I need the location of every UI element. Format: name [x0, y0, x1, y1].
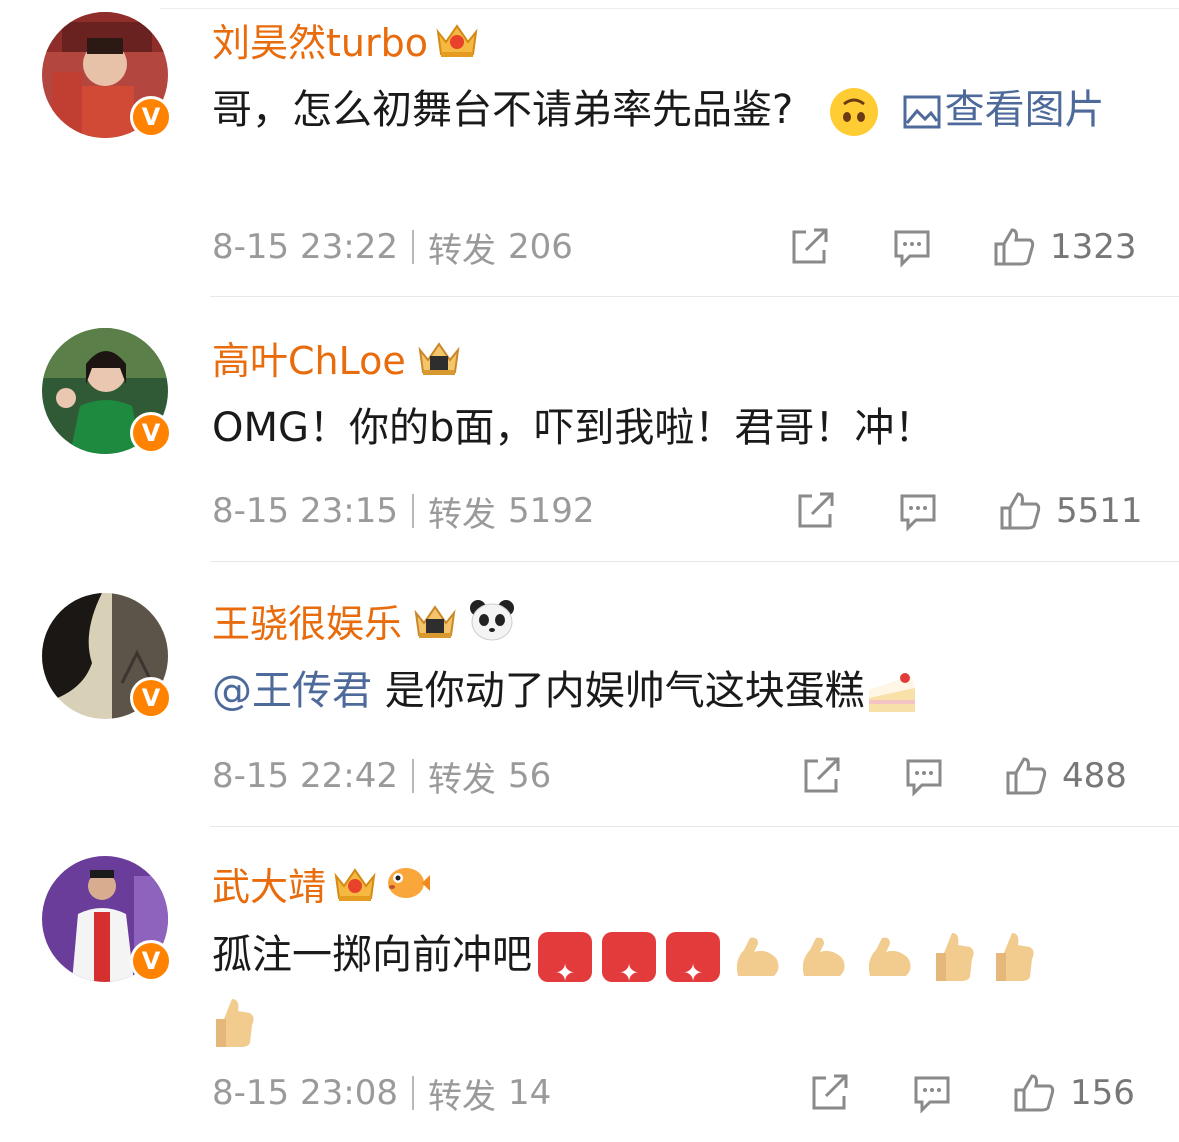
repost-label: 转发 — [427, 494, 496, 535]
repost-count: 14 — [507, 1073, 552, 1113]
like-button[interactable]: 488 — [1004, 751, 1127, 801]
meta-separator — [411, 230, 414, 264]
cheer-sticker-icon: ✦ — [666, 932, 720, 987]
timestamp: 8-15 23:15 — [212, 491, 398, 531]
repost-count: 5192 — [507, 491, 595, 531]
repost-label: 转发 — [427, 759, 496, 800]
share-icon — [812, 1074, 848, 1110]
timestamp: 8-15 23:08 — [212, 1073, 398, 1113]
comment-meta: 8-15 22:42 转发 56 — [212, 751, 551, 801]
mention-link[interactable]: @王传君 — [212, 668, 372, 714]
repost-count: 206 — [507, 227, 573, 267]
thumbs-up-emoji-icon — [936, 933, 974, 981]
comment-divider — [210, 296, 1179, 297]
like-count: 1323 — [1050, 227, 1137, 267]
comment-text: 哥，怎么初舞台不请弟率先品鉴? 查看图片 — [212, 77, 1142, 143]
thumbs-up-emoji-icon — [216, 999, 254, 1047]
thumbs-up-emoji-icon — [996, 933, 1034, 981]
comment-meta: 8-15 23:08 转发 14 — [212, 1068, 551, 1118]
comment-icon — [894, 230, 930, 268]
comment-body: 是你动了内娱帅气这块蛋糕 — [372, 668, 865, 714]
avatar[interactable]: V — [42, 328, 172, 454]
timestamp: 8-15 23:22 — [212, 227, 398, 267]
like-button[interactable]: 156 — [1012, 1068, 1135, 1118]
comment-item: V 王骁很娱乐 @王传君 是你动了内娱帅气这块蛋糕 8-15 22:42 转发 … — [0, 565, 1179, 827]
crown-vip-icon — [436, 24, 478, 57]
thumbs-up-icon — [1000, 492, 1041, 530]
comment-text: 孤注一掷向前冲吧 ✦ ✦ ✦ — [212, 922, 1142, 1054]
comment-item: V 高叶ChLoe OMG！你的b面，吓到我啦！君哥！冲！ 8-15 23:15… — [0, 300, 1179, 565]
timestamp: 8-15 22:42 — [212, 756, 398, 796]
view-image-link[interactable]: 查看图片 — [903, 87, 1105, 133]
cheer-sticker-icon: ✦ — [538, 932, 592, 987]
comment-button[interactable] — [896, 486, 940, 536]
comment-icon — [914, 1076, 950, 1114]
panda-emoji-icon — [470, 600, 515, 641]
comment-body: 孤注一掷向前冲吧 — [212, 932, 532, 978]
comment-meta: 8-15 23:22 转发 206 — [212, 222, 573, 272]
share-icon — [792, 228, 828, 264]
like-count: 156 — [1070, 1073, 1135, 1113]
comment-body: 哥，怎么初舞台不请弟率先品鉴? — [212, 87, 794, 133]
repost-label: 转发 — [427, 1076, 496, 1117]
meta-separator — [411, 1076, 414, 1110]
like-button[interactable]: 5511 — [998, 486, 1143, 536]
comment-body: OMG！你的b面，吓到我啦！君哥！冲！ — [212, 405, 935, 451]
cake-emoji-icon — [868, 673, 915, 712]
view-image-label: 查看图片 — [944, 87, 1105, 133]
comment-divider — [210, 826, 1179, 827]
avatar[interactable]: V — [42, 593, 172, 719]
username[interactable]: 高叶ChLoe — [212, 330, 406, 385]
flexed-biceps-emoji-icon — [802, 937, 845, 976]
verified-badge: V — [130, 940, 172, 982]
crown-vip-icon — [334, 868, 376, 901]
flexed-biceps-emoji-icon — [736, 937, 779, 976]
repost-label: 转发 — [427, 230, 496, 271]
share-icon — [804, 757, 840, 793]
comment-item: V 刘昊然turbo 哥，怎么初舞台不请弟率先品鉴? 查看图片 8-15 23:… — [0, 0, 1179, 300]
username[interactable]: 刘昊然turbo — [212, 12, 428, 67]
meta-separator — [411, 494, 414, 528]
comment-button[interactable] — [910, 1068, 954, 1118]
meta-separator — [411, 759, 414, 793]
username[interactable]: 王骁很娱乐 — [212, 593, 402, 648]
comment-meta: 8-15 23:15 转发 5192 — [212, 486, 595, 536]
comment-button[interactable] — [902, 751, 946, 801]
cheer-sticker-icon: ✦ — [602, 932, 656, 987]
comment-item: V 武大靖 孤注一掷向前冲吧 ✦ ✦ ✦ 8-15 23:08 转发 14 15… — [0, 830, 1179, 1142]
comment-text: @王传君 是你动了内娱帅气这块蛋糕 — [212, 658, 1142, 724]
comment-button[interactable] — [890, 222, 934, 272]
image-icon — [903, 95, 941, 129]
repost-count: 56 — [507, 756, 552, 796]
like-button[interactable]: 1323 — [992, 222, 1137, 272]
verified-badge: V — [130, 96, 172, 138]
share-button[interactable] — [788, 222, 832, 272]
comment-text: OMG！你的b面，吓到我啦！君哥！冲！ — [212, 395, 1142, 461]
comment-icon — [906, 759, 942, 797]
share-button[interactable] — [808, 1068, 852, 1118]
upside-down-face-emoji-icon — [829, 88, 878, 136]
share-button[interactable] — [800, 751, 844, 801]
like-count: 488 — [1062, 756, 1127, 796]
verified-badge: V — [130, 412, 172, 454]
thumbs-up-icon — [1006, 757, 1047, 795]
thumbs-up-icon — [1014, 1074, 1055, 1112]
crown-vip-icon — [418, 342, 460, 375]
pufferfish-emoji-icon — [388, 868, 431, 898]
crown-vip-icon — [414, 605, 456, 638]
share-icon — [798, 492, 834, 528]
flexed-biceps-emoji-icon — [868, 937, 911, 976]
avatar[interactable]: V — [42, 856, 172, 982]
comment-divider — [210, 561, 1179, 562]
verified-badge: V — [130, 677, 172, 719]
avatar[interactable]: V — [42, 12, 172, 138]
like-count: 5511 — [1056, 491, 1143, 531]
share-button[interactable] — [794, 486, 838, 536]
comment-icon — [900, 494, 936, 532]
username[interactable]: 武大靖 — [212, 856, 326, 911]
thumbs-up-icon — [994, 228, 1035, 266]
